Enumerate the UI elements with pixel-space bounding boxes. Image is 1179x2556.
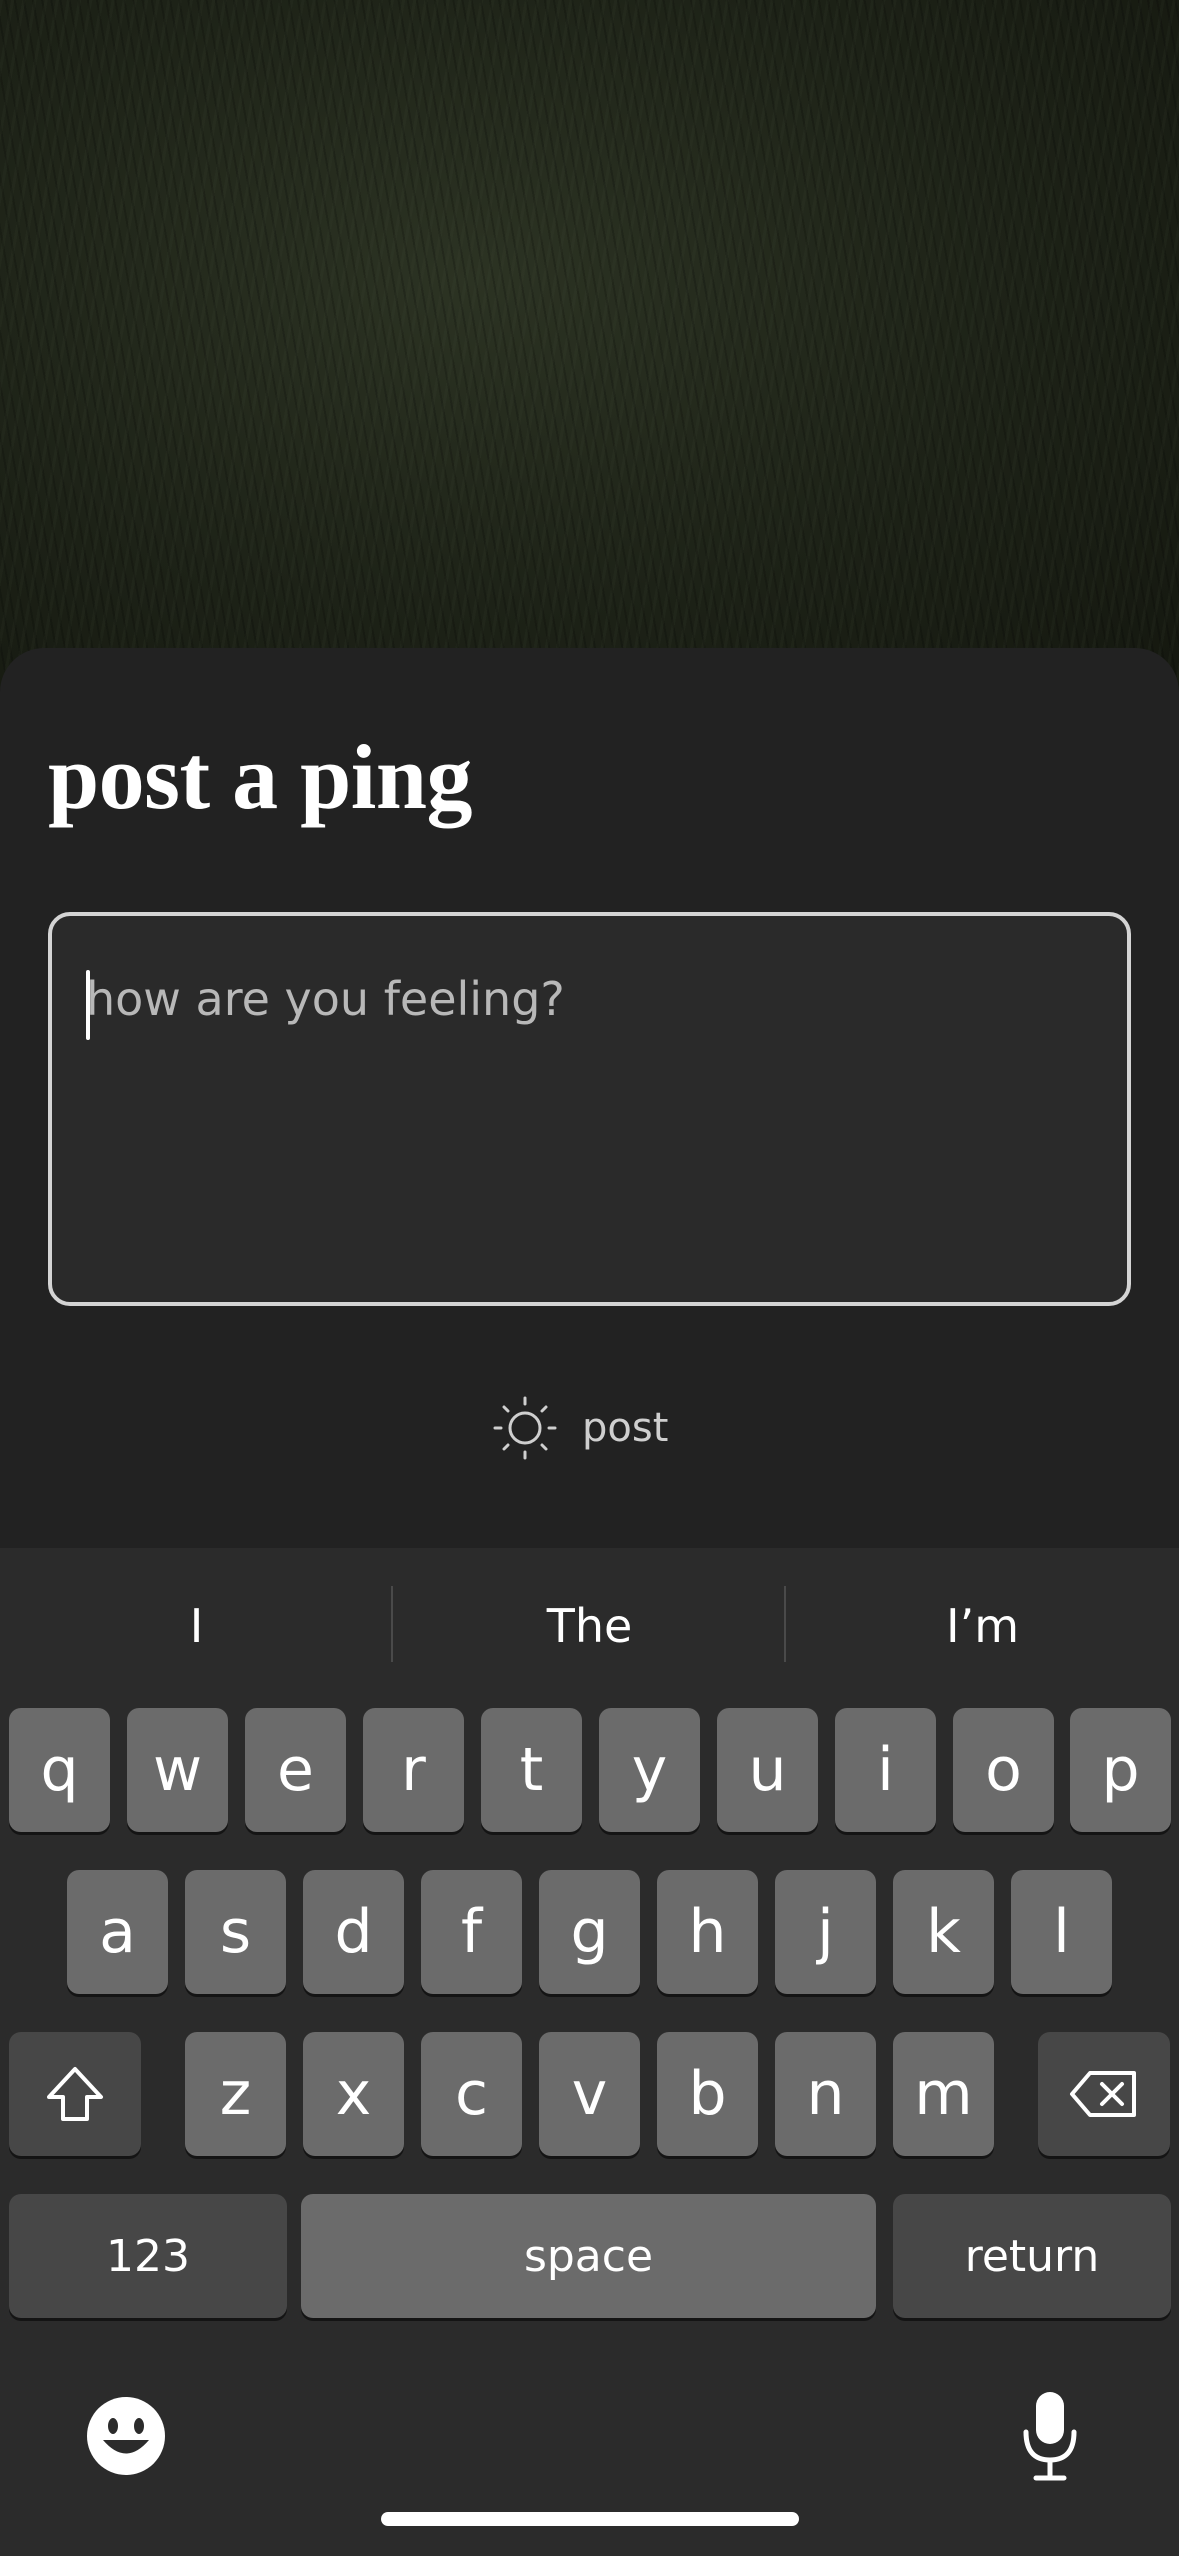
key-x[interactable]: x <box>303 2032 404 2156</box>
key-o[interactable]: o <box>953 1708 1054 1832</box>
key-y[interactable]: y <box>599 1708 700 1832</box>
sheet-title: post a ping <box>48 726 473 828</box>
key-p[interactable]: p <box>1070 1708 1171 1832</box>
sun-icon <box>493 1396 557 1460</box>
key-g[interactable]: g <box>539 1870 640 1994</box>
key-m[interactable]: m <box>893 2032 994 2156</box>
numbers-key[interactable]: 123 <box>9 2194 287 2318</box>
key-w[interactable]: w <box>127 1708 228 1832</box>
key-c[interactable]: c <box>421 2032 522 2156</box>
key-u[interactable]: u <box>717 1708 818 1832</box>
key-a[interactable]: a <box>67 1870 168 1994</box>
key-h[interactable]: h <box>657 1870 758 1994</box>
return-key[interactable]: return <box>893 2194 1171 2318</box>
space-key[interactable]: space <box>301 2194 876 2318</box>
key-e[interactable]: e <box>245 1708 346 1832</box>
text-caret <box>86 970 90 1040</box>
emoji-icon[interactable] <box>85 2395 167 2477</box>
key-k[interactable]: k <box>893 1870 994 1994</box>
suggestion-2[interactable]: The <box>393 1586 786 1666</box>
home-indicator <box>381 2512 799 2526</box>
suggestion-bar: I The I’m <box>0 1548 1179 1703</box>
key-q[interactable]: q <box>9 1708 110 1832</box>
key-z[interactable]: z <box>185 2032 286 2156</box>
feeling-input-placeholder: how are you feeling? <box>86 972 565 1026</box>
suggestion-3[interactable]: I’m <box>786 1586 1179 1666</box>
post-ping-sheet: post a ping how are you feeling? post <box>0 648 1179 1548</box>
keyboard: I The I’m q w e r t y u i o p a s d f g … <box>0 1548 1179 2556</box>
key-d[interactable]: d <box>303 1870 404 1994</box>
key-v[interactable]: v <box>539 2032 640 2156</box>
post-button[interactable]: post <box>492 1390 702 1466</box>
key-t[interactable]: t <box>481 1708 582 1832</box>
shift-key[interactable] <box>9 2032 141 2156</box>
delete-icon <box>1070 2071 1136 2117</box>
suggestion-1[interactable]: I <box>0 1586 393 1666</box>
key-l[interactable]: l <box>1011 1870 1112 1994</box>
key-n[interactable]: n <box>775 2032 876 2156</box>
background-photo <box>0 0 1179 700</box>
key-s[interactable]: s <box>185 1870 286 1994</box>
delete-key[interactable] <box>1038 2032 1170 2156</box>
key-f[interactable]: f <box>421 1870 522 1994</box>
key-j[interactable]: j <box>775 1870 876 1994</box>
post-button-label: post <box>582 1405 669 1451</box>
shift-icon <box>47 2067 103 2121</box>
microphone-icon[interactable] <box>1018 2388 1082 2484</box>
key-b[interactable]: b <box>657 2032 758 2156</box>
key-r[interactable]: r <box>363 1708 464 1832</box>
feeling-input[interactable]: how are you feeling? <box>48 912 1131 1306</box>
key-i[interactable]: i <box>835 1708 936 1832</box>
